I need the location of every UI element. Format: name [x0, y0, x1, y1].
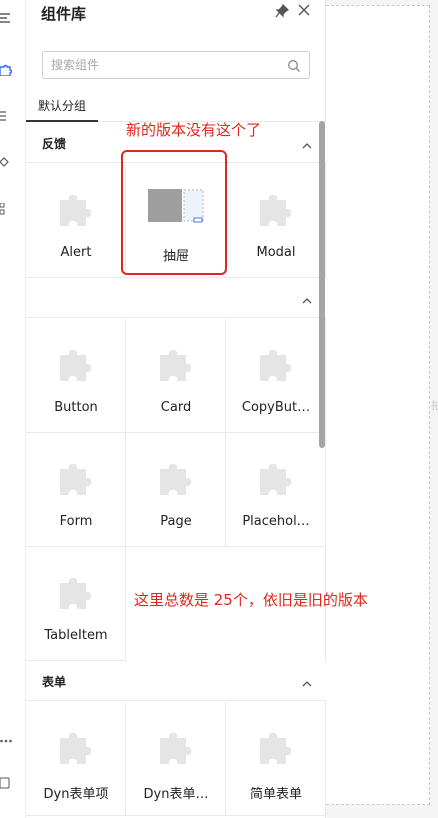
- component-label: Form: [59, 514, 93, 529]
- component-card-page[interactable]: Page: [126, 433, 226, 547]
- tab-default-group[interactable]: 默认分组: [26, 92, 98, 122]
- annotation-count-note: 这里总数是 25个，依旧是旧的版本: [134, 591, 368, 609]
- group-title: 表单: [42, 675, 67, 689]
- app-root: 组件库 默认分组 反馈 Alert: [0, 0, 438, 818]
- chevron-up-icon[interactable]: [301, 675, 313, 687]
- annotation-drawer-note: 新的版本没有这个了: [126, 121, 262, 139]
- component-card-placeholder[interactable]: Placehol…: [226, 433, 326, 547]
- component-card-dyn-form-item[interactable]: Dyn表单项: [26, 702, 126, 816]
- puzzle-icon[interactable]: [0, 64, 12, 76]
- more-icon[interactable]: [0, 735, 12, 747]
- component-icon[interactable]: [0, 156, 12, 168]
- group-header-form[interactable]: 表单: [26, 661, 326, 701]
- tab-bar: 默认分组: [26, 92, 326, 122]
- component-label: CopyBut…: [241, 400, 311, 415]
- component-label: Modal: [256, 245, 296, 260]
- tree-icon[interactable]: [0, 203, 12, 215]
- pin-icon[interactable]: [274, 3, 290, 19]
- canvas-frame[interactable]: [326, 5, 430, 805]
- group-header-untitled[interactable]: [26, 278, 326, 318]
- component-card-form[interactable]: Form: [26, 433, 126, 547]
- close-icon[interactable]: [296, 2, 312, 18]
- search-icon[interactable]: [287, 58, 301, 72]
- component-card-modal[interactable]: Modal: [226, 164, 326, 278]
- puzzle-icon: [56, 189, 96, 229]
- puzzle-icon: [256, 458, 296, 498]
- component-card-tableitem[interactable]: TableItem: [26, 547, 126, 661]
- component-label: Placehol…: [242, 514, 310, 529]
- panel-title: 组件库: [41, 5, 87, 23]
- code-icon[interactable]: [0, 777, 12, 789]
- puzzle-icon: [256, 344, 296, 384]
- left-rail: [0, 0, 26, 818]
- component-card-button[interactable]: Button: [26, 319, 126, 433]
- component-card-alert[interactable]: Alert: [26, 164, 126, 278]
- puzzle-icon: [256, 727, 296, 767]
- component-label: TableItem: [44, 628, 108, 643]
- puzzle-icon: [56, 344, 96, 384]
- list-icon[interactable]: [0, 110, 12, 122]
- puzzle-icon: [156, 458, 196, 498]
- canvas-hint: 拍: [431, 399, 438, 412]
- chevron-up-icon[interactable]: [301, 137, 313, 149]
- component-label: 简单表单: [249, 787, 302, 802]
- chevron-up-icon[interactable]: [301, 292, 313, 304]
- layers-icon[interactable]: [0, 12, 12, 24]
- puzzle-icon: [56, 458, 96, 498]
- component-label: Alert: [60, 245, 92, 260]
- annotation-highlight-box: [121, 150, 227, 275]
- group-title: 反馈: [42, 137, 67, 151]
- component-card-card[interactable]: Card: [126, 319, 226, 433]
- component-label: Card: [160, 400, 192, 415]
- search-input[interactable]: [51, 56, 276, 74]
- component-card-copybutton[interactable]: CopyBut…: [226, 319, 326, 433]
- component-label: Dyn表单项: [43, 787, 109, 802]
- puzzle-icon: [56, 572, 96, 612]
- component-label: Dyn表单…: [143, 787, 209, 802]
- search-box: [42, 51, 310, 79]
- puzzle-icon: [156, 344, 196, 384]
- scrollbar[interactable]: [319, 121, 325, 448]
- puzzle-icon: [56, 727, 96, 767]
- component-label: Button: [54, 400, 98, 415]
- puzzle-icon: [256, 189, 296, 229]
- component-card-simple-form[interactable]: 简单表单: [226, 702, 326, 816]
- component-label: Page: [160, 514, 192, 529]
- component-card-dyn-form[interactable]: Dyn表单…: [126, 702, 226, 816]
- puzzle-icon: [156, 727, 196, 767]
